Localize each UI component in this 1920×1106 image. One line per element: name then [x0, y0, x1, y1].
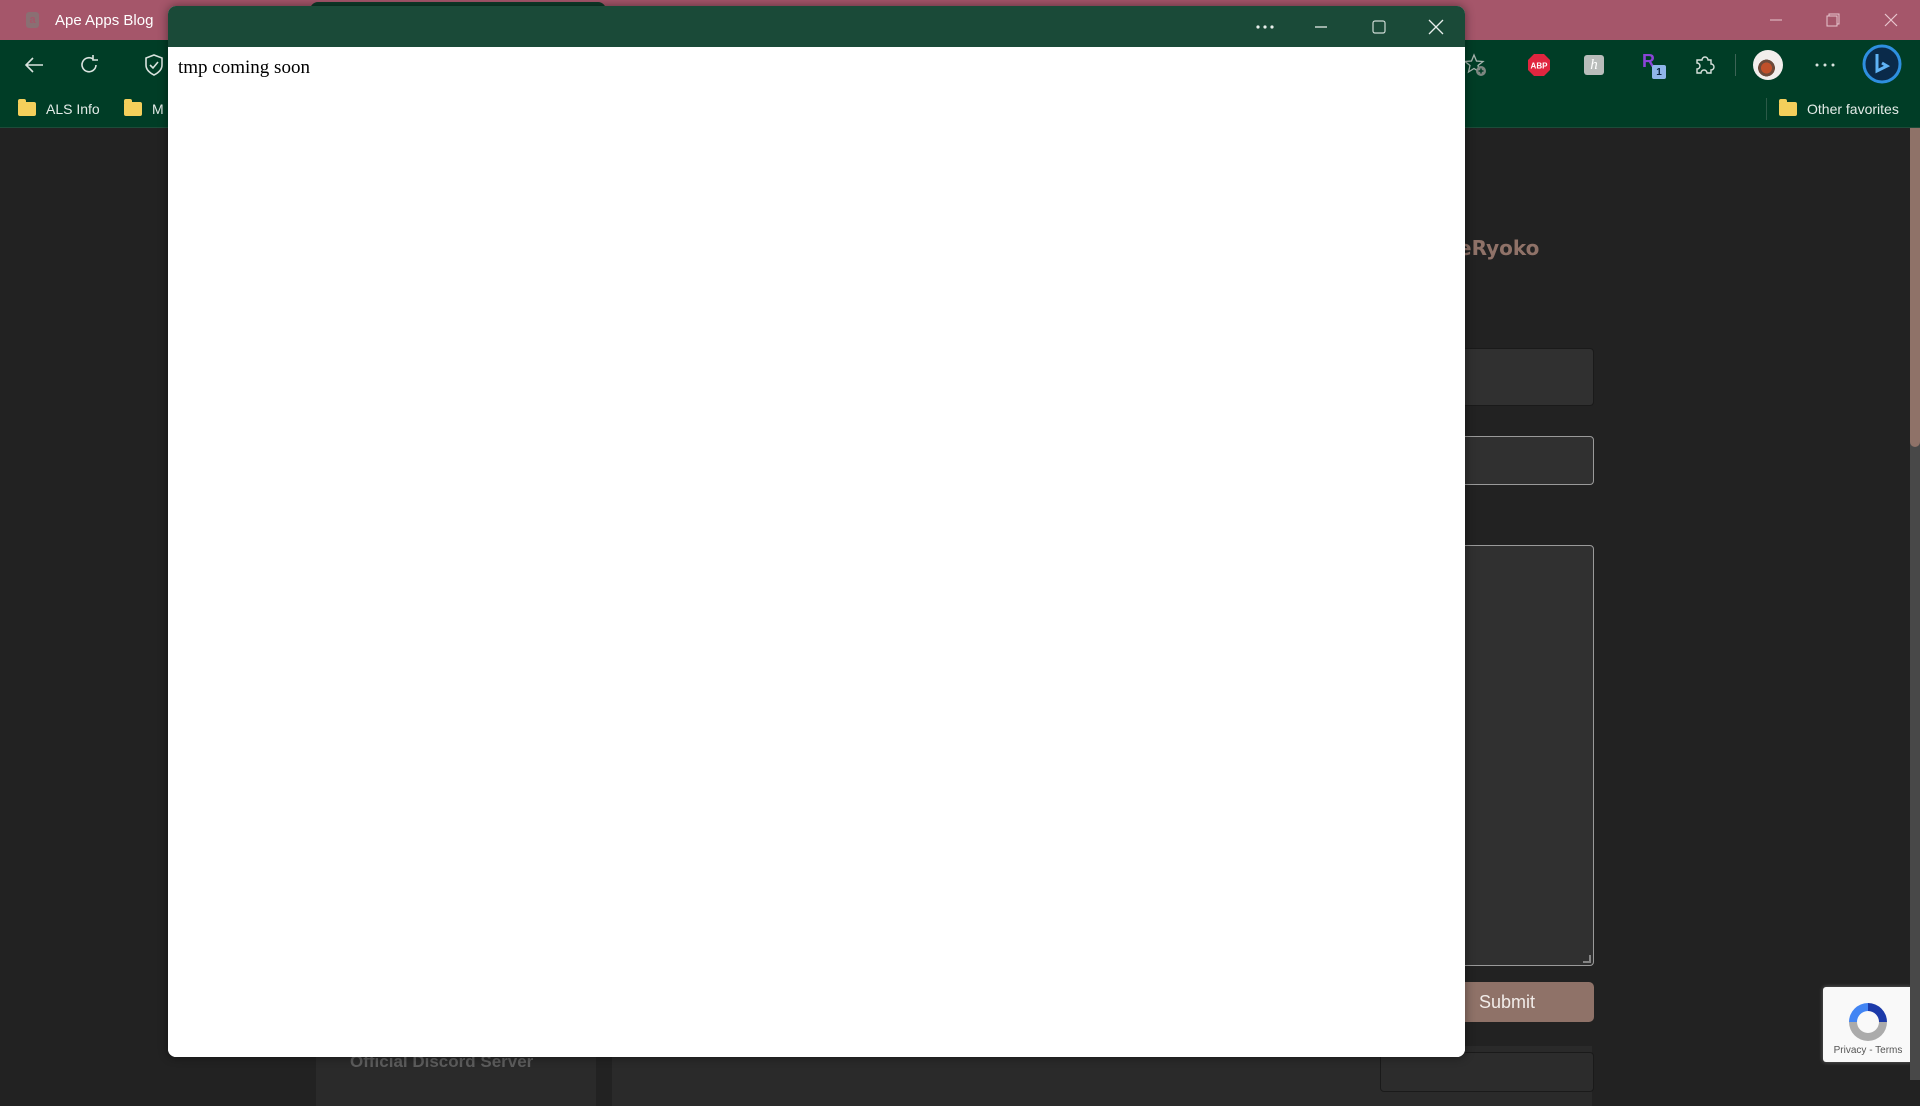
- honey-extension-icon: h: [1584, 55, 1604, 75]
- popup-more-button[interactable]: [1242, 12, 1288, 42]
- extensions-button[interactable]: [1689, 49, 1721, 81]
- restore-icon: [1826, 13, 1840, 27]
- minimize-icon: [1315, 26, 1327, 28]
- profile-avatar: [1753, 50, 1783, 80]
- popup-titlebar[interactable]: [168, 6, 1465, 47]
- favorite-folder-als-info[interactable]: ALS Info: [18, 90, 100, 128]
- honey-extension-button[interactable]: h: [1578, 49, 1610, 81]
- profile-button[interactable]: [1752, 49, 1784, 81]
- page-scrollbar[interactable]: [1910, 128, 1920, 1080]
- toolbar-separator: [1735, 54, 1736, 76]
- adblock-plus-extension-button[interactable]: ABP: [1523, 49, 1555, 81]
- recaptcha-logo-icon: [1849, 1003, 1887, 1041]
- maximize-icon: [1372, 20, 1386, 34]
- adblock-plus-extension-icon: ABP: [1528, 54, 1550, 76]
- shield-check-icon: [145, 54, 163, 76]
- popup-maximize-button[interactable]: [1356, 12, 1402, 42]
- extensions-puzzle-icon: [1696, 56, 1715, 74]
- window-close-button[interactable]: [1869, 6, 1913, 34]
- refresh-button[interactable]: [73, 49, 105, 81]
- back-arrow-icon: [24, 57, 43, 73]
- more-options-icon: [1256, 25, 1274, 29]
- site-favicon-icon: a: [26, 12, 39, 28]
- popup-message: tmp coming soon: [178, 57, 310, 78]
- recaptcha-badge[interactable]: Privacy - Terms: [1823, 987, 1913, 1062]
- close-icon: [1428, 19, 1444, 35]
- favorite-add-icon: [1464, 53, 1486, 76]
- site-info-button[interactable]: [140, 49, 168, 81]
- more-options-icon: [1815, 63, 1835, 67]
- tab-title: Ape Apps Blog: [55, 11, 154, 29]
- popup-window: tmp coming soon: [168, 6, 1465, 1057]
- r-extension-button[interactable]: R 1: [1637, 49, 1669, 81]
- other-favorites-folder[interactable]: Other favorites: [1779, 90, 1899, 128]
- back-button[interactable]: [18, 49, 50, 81]
- recaptcha-privacy-terms[interactable]: Privacy - Terms: [1834, 1045, 1903, 1056]
- minimize-icon: [1770, 19, 1782, 21]
- refresh-icon: [81, 55, 98, 73]
- folder-icon: [18, 99, 36, 116]
- r-extension-badge: 1: [1652, 65, 1666, 79]
- window-minimize-button[interactable]: [1754, 6, 1798, 34]
- popup-minimize-button[interactable]: [1298, 12, 1344, 42]
- r-extension-icon: R 1: [1639, 51, 1667, 79]
- form-input-bottom[interactable]: [1380, 1052, 1594, 1092]
- favorite-folder-m[interactable]: M: [124, 90, 164, 128]
- bing-copilot-icon: [1862, 44, 1902, 84]
- popup-close-button[interactable]: [1413, 12, 1459, 42]
- window-restore-button[interactable]: [1811, 6, 1855, 34]
- resize-grip-icon[interactable]: [1583, 955, 1591, 963]
- svg-text:ABP: ABP: [1531, 62, 1549, 71]
- popup-body: tmp coming soon: [168, 47, 1465, 1057]
- close-icon: [1884, 13, 1898, 27]
- page-scrollbar-thumb[interactable]: [1910, 128, 1920, 447]
- folder-icon: [1779, 99, 1797, 116]
- folder-icon: [124, 99, 142, 116]
- bing-copilot-button[interactable]: [1862, 44, 1902, 84]
- settings-more-button[interactable]: [1809, 49, 1841, 81]
- favorites-separator: [1766, 98, 1767, 120]
